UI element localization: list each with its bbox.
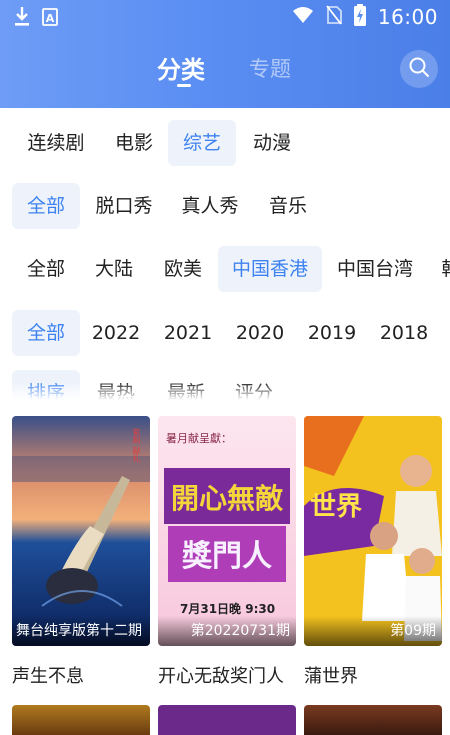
chip-type-variety[interactable]: 综艺	[168, 120, 236, 166]
battery-charging-icon	[353, 4, 366, 30]
svg-text:A: A	[46, 12, 55, 25]
chip-region-korea[interactable]: 韩	[436, 246, 450, 292]
video-card-1[interactable]: 紫荆 献礼 舞台纯享版第十二期	[12, 416, 150, 646]
poster-1-art-text: 紫荆 献礼	[132, 428, 141, 463]
filter-row-region: 全部 大陆 欧美 中国香港 中国台湾 韩	[0, 246, 450, 292]
video-title-2[interactable]: 开心无敌奖门人	[158, 662, 284, 688]
video-card-3[interactable]: 世界 第09期	[304, 416, 442, 646]
video-title-3[interactable]: 蒲世界	[304, 662, 358, 688]
chip-region-all[interactable]: 全部	[14, 246, 78, 292]
chip-region-taiwan[interactable]: 中国台湾	[330, 246, 420, 292]
video-card-5[interactable]	[158, 705, 296, 735]
svg-text:開心無敵: 開心無敵	[171, 482, 284, 515]
filter-row-type: 连续剧 电影 综艺 动漫	[0, 120, 450, 166]
video-title-1[interactable]: 声生不息	[12, 662, 84, 688]
download-icon	[14, 6, 30, 32]
poster-2-air-text: 7月31日晚 9:30	[180, 602, 276, 616]
chip-year-all[interactable]: 全部	[12, 310, 80, 356]
chip-subtype-all[interactable]: 全部	[12, 183, 80, 229]
chip-subtype-talkshow[interactable]: 脱口秀	[86, 183, 162, 229]
chip-region-hongkong[interactable]: 中国香港	[218, 246, 322, 292]
video-card-6[interactable]	[304, 705, 442, 735]
filter-row-subtype: 全部 脱口秀 真人秀 音乐	[0, 183, 450, 229]
video-caption-1: 舞台纯享版第十二期	[12, 616, 150, 646]
tab-category-label: 分类	[157, 56, 205, 84]
chip-type-movie[interactable]: 电影	[104, 120, 164, 166]
poster-3-art-text: 世界	[310, 492, 363, 522]
chip-year-2019[interactable]: 2019	[302, 310, 362, 356]
video-poster-1	[12, 416, 150, 646]
search-button[interactable]	[400, 50, 438, 88]
video-poster-3	[304, 416, 442, 646]
chip-type-drama[interactable]: 连续剧	[14, 120, 98, 166]
video-caption-2: 第20220731期	[158, 616, 296, 646]
a-icon: A	[42, 8, 58, 30]
tab-category[interactable]: 分类	[157, 50, 205, 87]
tab-topic[interactable]: 专题	[249, 53, 291, 83]
wifi-icon	[292, 6, 314, 28]
chip-year-2022[interactable]: 2022	[86, 310, 146, 356]
chip-type-anime[interactable]: 动漫	[242, 120, 302, 166]
chip-year-2020[interactable]: 2020	[230, 310, 290, 356]
status-time: 16:00	[377, 5, 438, 29]
chip-subtype-music[interactable]: 音乐	[258, 183, 318, 229]
filter-row-year: 全部 2022 2021 2020 2019 2018	[0, 310, 450, 356]
header-tabs: 分类 专题	[0, 50, 450, 90]
tab-topic-label: 专题	[249, 57, 291, 81]
app-header: A 16:00 分类 专题	[0, 0, 450, 108]
chip-year-2021[interactable]: 2021	[158, 310, 218, 356]
search-icon	[408, 56, 430, 82]
poster-2-top-text: 暑月献呈獻：	[166, 432, 232, 445]
chip-region-west[interactable]: 欧美	[152, 246, 214, 292]
svg-text:獎門人: 獎門人	[182, 539, 272, 574]
chip-subtype-reality[interactable]: 真人秀	[172, 183, 248, 229]
chip-region-mainland[interactable]: 大陆	[84, 246, 144, 292]
chip-year-2018[interactable]: 2018	[374, 310, 434, 356]
video-caption-3: 第09期	[304, 616, 442, 646]
tab-active-indicator	[177, 84, 191, 87]
no-sim-icon	[326, 5, 342, 29]
status-bar: A 16:00	[0, 0, 450, 34]
video-card-2[interactable]: 開心無敵 獎門人 暑月献呈獻： 7月31日晚 9:30 第20220731期	[158, 416, 296, 646]
filter-fade	[0, 382, 450, 406]
video-card-4[interactable]	[12, 705, 150, 735]
